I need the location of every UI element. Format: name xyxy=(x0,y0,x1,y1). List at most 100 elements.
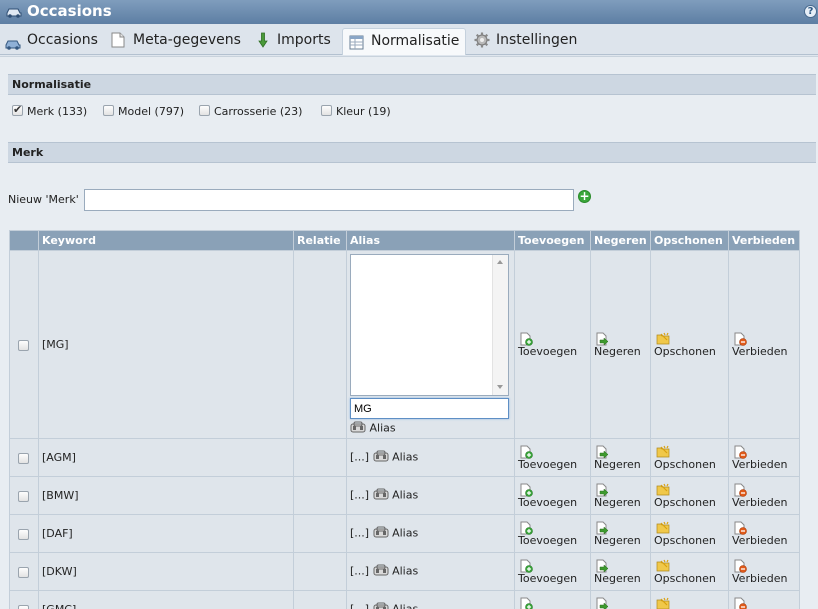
add-document-icon xyxy=(520,445,533,459)
skip-arrow-icon xyxy=(596,521,609,535)
opschonen-button[interactable]: Opschonen xyxy=(654,483,725,509)
opschonen-button[interactable]: Opschonen xyxy=(654,521,725,547)
block-document-icon xyxy=(734,521,747,535)
scroll-up-icon[interactable] xyxy=(497,260,503,264)
verbieden-button[interactable]: Verbieden xyxy=(732,597,796,609)
tab-occasions[interactable]: Occasions xyxy=(4,28,99,55)
alias-button-label[interactable]: Alias xyxy=(392,527,418,540)
add-document-icon xyxy=(520,521,533,535)
link-icon[interactable] xyxy=(373,526,389,541)
alias-button-label[interactable]: Alias xyxy=(392,489,418,502)
tab-normalisatie[interactable]: Normalisatie xyxy=(342,28,466,55)
verbieden-cell: Verbieden xyxy=(728,514,800,553)
tab-label: Normalisatie xyxy=(371,33,460,49)
negeren-label: Negeren xyxy=(594,571,641,585)
table-row: [DKW] [...] Alias Toevoegen Negeren Opschone… xyxy=(9,552,800,591)
filter-carrosserie-checkbox[interactable] xyxy=(199,105,210,116)
negeren-button[interactable]: Negeren xyxy=(594,521,647,547)
opschonen-label: Opschonen xyxy=(654,457,716,471)
link-icon[interactable] xyxy=(373,450,389,465)
alias-cell: [...] Alias xyxy=(346,552,515,591)
negeren-button[interactable]: Negeren xyxy=(594,597,647,609)
row-checkbox[interactable] xyxy=(18,490,29,502)
scroll-down-icon[interactable] xyxy=(497,385,503,389)
column-header-relatie[interactable]: Relatie xyxy=(293,230,347,251)
verbieden-cell: Verbieden xyxy=(728,438,800,477)
alias-expand-link[interactable]: [...] xyxy=(350,489,369,502)
new-merk-input[interactable] xyxy=(84,189,574,211)
column-header-alias[interactable]: Alias xyxy=(346,230,515,251)
help-icon[interactable]: ? xyxy=(804,5,817,18)
toevoegen-button[interactable]: Toevoegen xyxy=(518,483,587,509)
block-document-icon xyxy=(734,559,747,573)
verbieden-button[interactable]: Verbieden xyxy=(732,521,796,547)
alias-expand-link[interactable]: [...] xyxy=(350,527,369,540)
row-checkbox[interactable] xyxy=(18,528,29,540)
clean-folder-icon xyxy=(656,332,670,344)
verbieden-button[interactable]: Verbieden xyxy=(732,559,796,585)
toevoegen-button[interactable]: Toevoegen xyxy=(518,597,587,609)
column-header-keyword[interactable]: Keyword xyxy=(38,230,294,251)
alias-input[interactable] xyxy=(350,398,509,419)
alias-button-label[interactable]: Alias xyxy=(392,451,418,464)
toevoegen-label: Toevoegen xyxy=(518,457,578,471)
tab-instellingen[interactable]: Instellingen xyxy=(474,28,584,55)
alias-button-label[interactable]: Alias xyxy=(392,565,418,578)
opschonen-label: Opschonen xyxy=(654,495,716,509)
opschonen-cell: Opschonen xyxy=(650,552,729,591)
alias-button[interactable]: Alias xyxy=(350,421,511,436)
alias-listbox[interactable] xyxy=(350,254,509,396)
filter-label: Kleur (19) xyxy=(336,105,391,118)
relatie-cell xyxy=(293,250,347,439)
row-select-cell xyxy=(9,514,39,553)
relatie-cell xyxy=(293,476,347,515)
clean-folder-icon xyxy=(656,483,670,495)
scrollbar[interactable] xyxy=(492,255,508,395)
negeren-label: Negeren xyxy=(594,344,641,358)
negeren-button[interactable]: Negeren xyxy=(594,559,647,585)
alias-expand-link[interactable]: [...] xyxy=(350,451,369,464)
keyword-cell: [DKW] xyxy=(38,552,294,591)
verbieden-button[interactable]: Verbieden xyxy=(732,483,796,509)
toevoegen-button[interactable]: Toevoegen xyxy=(518,521,587,547)
tab-label: Occasions xyxy=(27,32,98,48)
link-icon[interactable] xyxy=(373,602,389,609)
opschonen-cell: Opschonen xyxy=(650,250,729,439)
window-title: Occasions xyxy=(27,2,112,20)
opschonen-button[interactable]: Opschonen xyxy=(654,559,725,585)
toevoegen-button[interactable]: Toevoegen xyxy=(518,445,587,471)
tab-meta-gegevens[interactable]: Meta-gegevens xyxy=(111,28,246,55)
row-checkbox[interactable] xyxy=(18,604,29,609)
link-icon[interactable] xyxy=(373,564,389,579)
opschonen-button[interactable]: Opschonen xyxy=(654,445,725,471)
row-checkbox[interactable] xyxy=(18,566,29,578)
alias-expand-link[interactable]: [...] xyxy=(350,565,369,578)
row-select-cell xyxy=(9,552,39,591)
row-checkbox[interactable] xyxy=(18,452,29,464)
column-header-verbieden: Verbieden xyxy=(728,230,800,251)
toevoegen-button[interactable]: Toevoegen xyxy=(518,332,587,358)
verbieden-button[interactable]: Verbieden xyxy=(732,332,796,358)
negeren-button[interactable]: Negeren xyxy=(594,483,647,509)
alias-button-label[interactable]: Alias xyxy=(392,603,418,609)
negeren-button[interactable]: Negeren xyxy=(594,332,647,358)
link-icon[interactable] xyxy=(373,488,389,503)
opschonen-button[interactable]: Opschonen xyxy=(654,597,725,609)
verbieden-button[interactable]: Verbieden xyxy=(732,445,796,471)
alias-expand-link[interactable]: [...] xyxy=(350,603,369,609)
tab-imports[interactable]: Imports xyxy=(257,28,337,55)
filter-model-checkbox[interactable] xyxy=(103,105,114,116)
negeren-label: Negeren xyxy=(594,495,641,509)
opschonen-button[interactable]: Opschonen xyxy=(654,332,725,358)
negeren-button[interactable]: Negeren xyxy=(594,445,647,471)
filter-merk-checkbox[interactable] xyxy=(12,103,23,116)
add-icon[interactable]: + xyxy=(578,190,591,203)
opschonen-label: Opschonen xyxy=(654,533,716,547)
row-checkbox[interactable] xyxy=(18,339,29,351)
row-select-cell xyxy=(9,250,39,439)
toevoegen-button[interactable]: Toevoegen xyxy=(518,559,587,585)
filter-kleur-checkbox[interactable] xyxy=(321,105,332,116)
block-document-icon xyxy=(734,332,747,346)
opschonen-cell: Opschonen xyxy=(650,476,729,515)
keyword-cell: [AGM] xyxy=(38,438,294,477)
